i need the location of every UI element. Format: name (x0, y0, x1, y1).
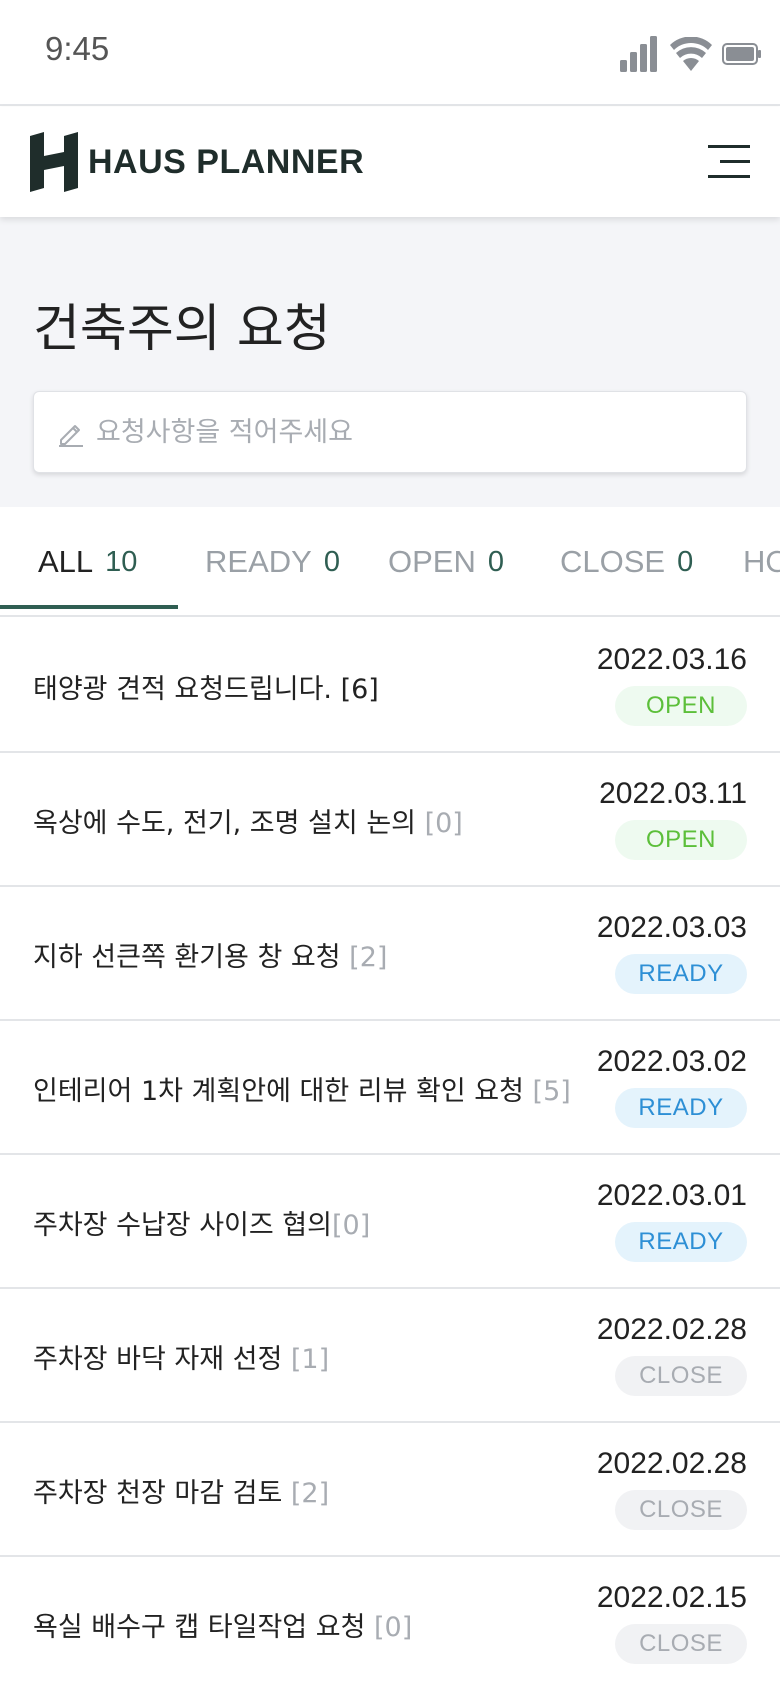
list-item[interactable]: 태양광 견적 요청드립니다. [6] 2022.03.16 OPEN (0, 619, 780, 753)
list-item[interactable]: 주차장 천장 마감 검토 [2] 2022.02.28 CLOSE (0, 1423, 780, 1557)
tab-label: CLOSE (560, 544, 666, 579)
request-input-box[interactable] (33, 391, 747, 473)
request-date: 2022.03.03 (596, 911, 747, 944)
status-tabs: ALL 10 READY 0 OPEN 0 CLOSE 0 HO (0, 507, 780, 617)
request-title: 태양광 견적 요청드립니다. [6] (33, 674, 379, 705)
request-title: 옥상에 수도, 전기, 조명 설치 논의 [0] (33, 808, 463, 839)
list-item[interactable]: 지하 선큰쪽 환기용 창 요청 [2] 2022.03.03 READY (0, 887, 780, 1021)
tab-close[interactable]: CLOSE 0 (560, 507, 694, 615)
request-date: 2022.03.16 (596, 643, 747, 676)
brand-name: HAUS PLANNER (88, 142, 365, 181)
tab-label: ALL (38, 544, 94, 579)
request-date: 2022.03.02 (596, 1045, 747, 1078)
comment-count: [0] (424, 808, 463, 839)
menu-line (708, 145, 750, 148)
status-badge: CLOSE (615, 1624, 747, 1664)
status-badge: OPEN (615, 820, 747, 860)
request-title: 욕실 배수구 캡 타일작업 요청 [0] (33, 1612, 413, 1643)
comment-count: [6] (340, 674, 379, 705)
request-input[interactable] (96, 392, 736, 472)
tab-label: HO (743, 544, 780, 579)
status-badge: OPEN (615, 686, 747, 726)
list-item[interactable]: 욕실 배수구 캡 타일작업 요청 [0] 2022.02.15 CLOSE (0, 1557, 780, 1688)
status-badge: CLOSE (615, 1490, 747, 1530)
list-item[interactable]: 주차장 바닥 자재 선정 [1] 2022.02.28 CLOSE (0, 1289, 780, 1423)
status-badge: CLOSE (615, 1356, 747, 1396)
tab-label: READY (205, 544, 312, 579)
request-date: 2022.03.01 (596, 1179, 747, 1212)
battery-icon (722, 43, 761, 65)
tab-more[interactable]: HO (743, 507, 780, 615)
comment-count: [2] (290, 1478, 330, 1509)
request-title: 지하 선큰쪽 환기용 창 요청 [2] (33, 942, 388, 973)
list-item[interactable]: 주차장 수납장 사이즈 협의[0] 2022.03.01 READY (0, 1155, 780, 1289)
status-badge: READY (615, 1222, 747, 1262)
status-time: 9:45 (45, 30, 110, 67)
page-hero: 건축주의 요청 (0, 217, 780, 507)
request-date: 2022.02.15 (596, 1581, 747, 1614)
request-date: 2022.03.11 (599, 777, 747, 810)
request-title: 주차장 수납장 사이즈 협의[0] (33, 1210, 371, 1241)
request-title: 주차장 천장 마감 검토 [2] (33, 1478, 330, 1509)
page-title: 건축주의 요청 (33, 300, 331, 359)
menu-line (708, 175, 750, 178)
request-title: 인테리어 1차 계획안에 대한 리뷰 확인 요청 [5] (33, 1076, 571, 1107)
tab-count: 10 (105, 545, 138, 578)
logo-mark-icon (30, 132, 78, 192)
app-header: HAUS PLANNER (0, 107, 780, 217)
request-date: 2022.02.28 (596, 1447, 747, 1480)
tab-label: OPEN (388, 544, 476, 579)
pencil-icon (59, 425, 83, 447)
comment-count: [2] (349, 942, 388, 973)
comment-count: [5] (532, 1076, 571, 1107)
wifi-icon (670, 37, 712, 71)
active-tab-indicator (0, 605, 178, 609)
status-bar: 9:45 (0, 0, 780, 106)
tab-ready[interactable]: READY 0 (205, 507, 340, 615)
status-icons (620, 36, 762, 72)
request-title: 주차장 바닥 자재 선정 [1] (33, 1344, 330, 1375)
tab-open[interactable]: OPEN 0 (388, 507, 504, 615)
list-item[interactable]: 옥상에 수도, 전기, 조명 설치 논의 [0] 2022.03.11 OPEN (0, 753, 780, 887)
request-list: 태양광 견적 요청드립니다. [6] 2022.03.16 OPEN 옥상에 수… (0, 619, 780, 1688)
status-badge: READY (615, 1088, 747, 1128)
tab-all[interactable]: ALL 10 (38, 507, 138, 615)
status-badge: READY (615, 954, 747, 994)
tab-count: 0 (487, 545, 504, 578)
tab-count: 0 (677, 545, 694, 578)
menu-line (720, 160, 750, 163)
list-item[interactable]: 인테리어 1차 계획안에 대한 리뷰 확인 요청 [5] 2022.03.02 … (0, 1021, 780, 1155)
request-date: 2022.02.28 (596, 1313, 747, 1346)
tab-count: 0 (323, 545, 340, 578)
comment-count: [0] (374, 1612, 413, 1643)
signal-icon (620, 36, 657, 72)
comment-count: [1] (290, 1344, 330, 1375)
menu-button[interactable] (704, 145, 750, 181)
brand-logo[interactable]: HAUS PLANNER (30, 132, 364, 192)
comment-count: [0] (332, 1210, 371, 1241)
